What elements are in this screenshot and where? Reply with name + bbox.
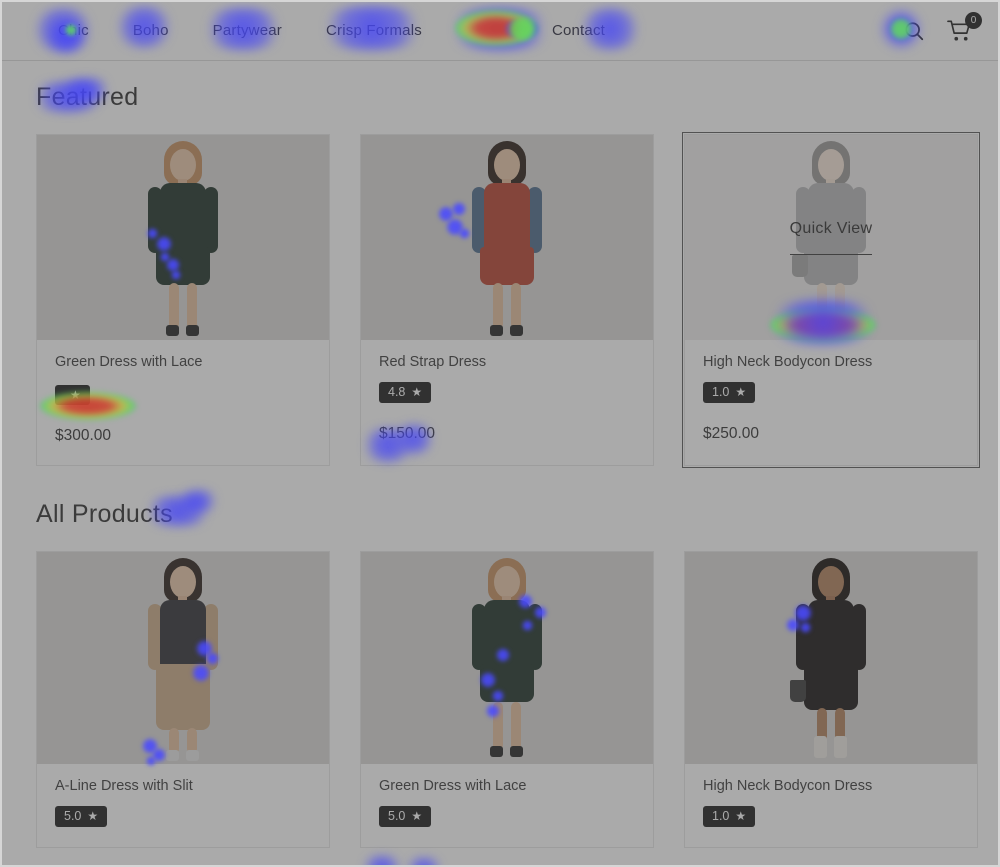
star-icon: ★ [411,809,423,824]
product-price: $150.00 [379,424,436,442]
product-info: A-Line Dress with Slit 5.0 ★ [37,764,329,847]
product-price: $300.00 [55,427,112,444]
section-title-all-products: All Products [36,500,173,528]
rating-value: 5.0 [388,809,406,823]
featured-products-grid: Green Dress with Lace ★ $300.00 Red Stra… [36,132,980,468]
page-content: Featured Green Dress with Lace ★ $300.00… [0,61,980,848]
product-info: High Neck Bodycon Dress 1.0 ★ [685,764,977,847]
product-card-red-strap-dress[interactable]: Red Strap Dress 4.8 ★ $150.00 [360,134,654,466]
cart-count-badge: 0 [965,11,982,29]
product-title: Green Dress with Lace [379,778,527,794]
product-image [361,552,653,764]
product-info: Green Dress with Lace 5.0 ★ [361,764,653,847]
all-products-grid: A-Line Dress with Slit 5.0 ★ Green Dress… [36,551,978,848]
quick-view-label[interactable]: Quick View [789,220,873,255]
product-title: High Neck Bodycon Dress [703,354,873,370]
product-image [685,552,977,764]
section-title-featured: Featured [36,83,139,111]
nav-link-crisp-formals[interactable]: Crisp Formals [304,16,444,45]
product-title: Red Strap Dress [379,354,487,370]
product-image: Quick View [685,135,977,340]
search-icon[interactable] [903,20,925,42]
product-info: High Neck Bodycon Dress 1.0 ★ $250.00 [685,340,977,463]
product-image [37,552,329,764]
quick-view-overlay[interactable]: Quick View [685,135,977,340]
rating-value: 4.8 [388,385,406,399]
star-icon: ★ [735,385,747,400]
nav-link-contact[interactable]: Contact [530,16,627,45]
product-info: Red Strap Dress 4.8 ★ $150.00 [361,340,653,463]
product-card-a-line-dress-with-slit[interactable]: A-Line Dress with Slit 5.0 ★ [36,551,330,848]
product-rating-badge: 5.0 ★ [379,806,432,827]
product-rating-badge: 5.0 ★ [55,806,108,827]
product-card-green-dress-with-lace[interactable]: Green Dress with Lace ★ $300.00 [36,134,330,466]
product-price: $250.00 [703,424,760,442]
nav-link-boho[interactable]: Boho [111,16,191,45]
page-root: Chic Boho Partywear Crisp Formals Contac… [0,0,1000,867]
product-image [361,135,653,340]
product-rating-badge: ★ [55,385,90,405]
product-info: Green Dress with Lace ★ $300.00 [37,340,329,465]
product-title: A-Line Dress with Slit [55,778,193,794]
rating-value: 1.0 [712,809,730,823]
product-rating-badge: 1.0 ★ [703,382,756,403]
nav-links: Chic Boho Partywear Crisp Formals Contac… [36,16,627,45]
nav-link-chic[interactable]: Chic [36,16,111,45]
nav-link-partywear[interactable]: Partywear [191,16,304,45]
star-icon: ★ [411,385,423,400]
star-icon: ★ [87,809,99,824]
nav-link-obscured[interactable] [444,24,530,36]
star-icon: ★ [735,809,747,824]
nav-actions: 0 [903,0,982,61]
product-card-high-neck-bodycon-dress[interactable]: Quick View High Neck Bodycon Dress 1.0 ★… [682,132,980,468]
product-card-high-neck-bodycon-dress-2[interactable]: High Neck Bodycon Dress 1.0 ★ [684,551,978,848]
star-icon: ★ [70,388,81,402]
top-navbar: Chic Boho Partywear Crisp Formals Contac… [0,0,1000,61]
rating-value: 1.0 [712,385,730,399]
rating-value: 5.0 [64,809,82,823]
cart-button[interactable]: 0 [947,11,982,43]
product-image [37,135,329,340]
product-rating-badge: 4.8 ★ [379,382,432,403]
product-card-green-dress-with-lace-2[interactable]: Green Dress with Lace 5.0 ★ [360,551,654,848]
product-title: Green Dress with Lace [55,354,203,370]
product-rating-badge: 1.0 ★ [703,806,756,827]
product-title: High Neck Bodycon Dress [703,778,873,794]
